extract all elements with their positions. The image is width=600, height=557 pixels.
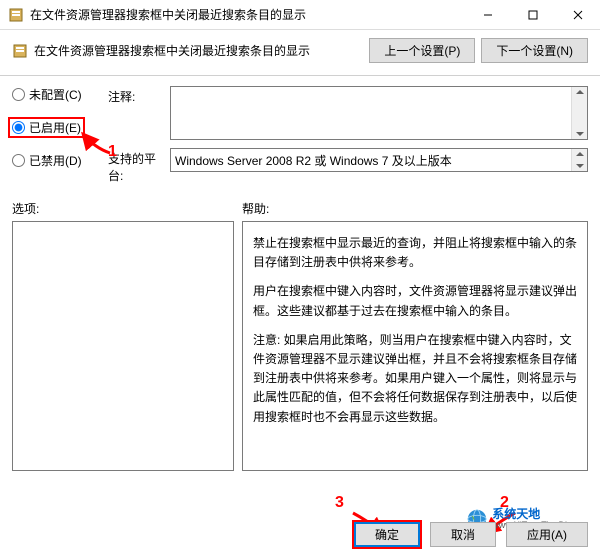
radio-enabled-label: 已启用(E) xyxy=(29,119,81,136)
prev-setting-button[interactable]: 上一个设置(P) xyxy=(369,38,475,63)
help-label: 帮助: xyxy=(242,200,269,217)
ok-button[interactable]: 确定 xyxy=(354,522,420,547)
policy-icon xyxy=(8,7,24,23)
scrollbar[interactable] xyxy=(571,149,587,171)
radio-enabled[interactable] xyxy=(12,121,25,134)
help-text: 禁止在搜索框中显示最近的查询，并阻止将搜索框中输入的条目存储到注册表中供将来参考… xyxy=(253,234,577,272)
window-buttons xyxy=(465,0,600,29)
next-setting-button[interactable]: 下一个设置(N) xyxy=(481,38,588,63)
radio-disabled-label: 已禁用(D) xyxy=(29,152,82,169)
platform-box: Windows Server 2008 R2 或 Windows 7 及以上版本 xyxy=(170,148,588,172)
footer: 确定 取消 应用(A) xyxy=(354,522,588,547)
annotation-3: 3 xyxy=(335,494,344,512)
policy-icon xyxy=(12,43,28,59)
cancel-button[interactable]: 取消 xyxy=(430,522,496,547)
help-pane: 禁止在搜索框中显示最近的查询，并阻止将搜索框中输入的条目存储到注册表中供将来参考… xyxy=(242,221,588,471)
comment-label: 注释: xyxy=(108,86,170,140)
chevron-down-icon xyxy=(576,164,584,168)
close-button[interactable] xyxy=(555,0,600,29)
platform-value: Windows Server 2008 R2 或 Windows 7 及以上版本 xyxy=(175,154,452,168)
maximize-button[interactable] xyxy=(510,0,555,29)
radio-not-configured[interactable]: 未配置(C) xyxy=(12,86,102,103)
annotation-1: 1 xyxy=(108,143,117,161)
radio-not-configured-label: 未配置(C) xyxy=(29,86,82,103)
comment-textarea[interactable] xyxy=(170,86,588,140)
apply-button[interactable]: 应用(A) xyxy=(506,522,588,547)
window-title: 在文件资源管理器搜索框中关闭最近搜索条目的显示 xyxy=(30,6,465,23)
options-pane xyxy=(12,221,234,471)
chevron-up-icon xyxy=(576,152,584,156)
chevron-up-icon xyxy=(576,90,584,94)
window-titlebar: 在文件资源管理器搜索框中关闭最近搜索条目的显示 xyxy=(0,0,600,30)
header: 在文件资源管理器搜索框中关闭最近搜索条目的显示 上一个设置(P) 下一个设置(N… xyxy=(0,30,600,76)
platform-label: 支持的平台: xyxy=(108,148,170,184)
minimize-button[interactable] xyxy=(465,0,510,29)
help-text: 用户在搜索框中键入内容时，文件资源管理器将显示建议弹出框。这些建议都基于过去在搜… xyxy=(253,282,577,320)
help-text: 注意: 如果启用此策略，则当用户在搜索框中键入内容时，文件资源管理器不显示建议弹… xyxy=(253,331,577,427)
options-label: 选项: xyxy=(12,200,242,217)
scrollbar[interactable] xyxy=(571,87,587,139)
header-title: 在文件资源管理器搜索框中关闭最近搜索条目的显示 xyxy=(34,42,363,59)
chevron-down-icon xyxy=(576,132,584,136)
